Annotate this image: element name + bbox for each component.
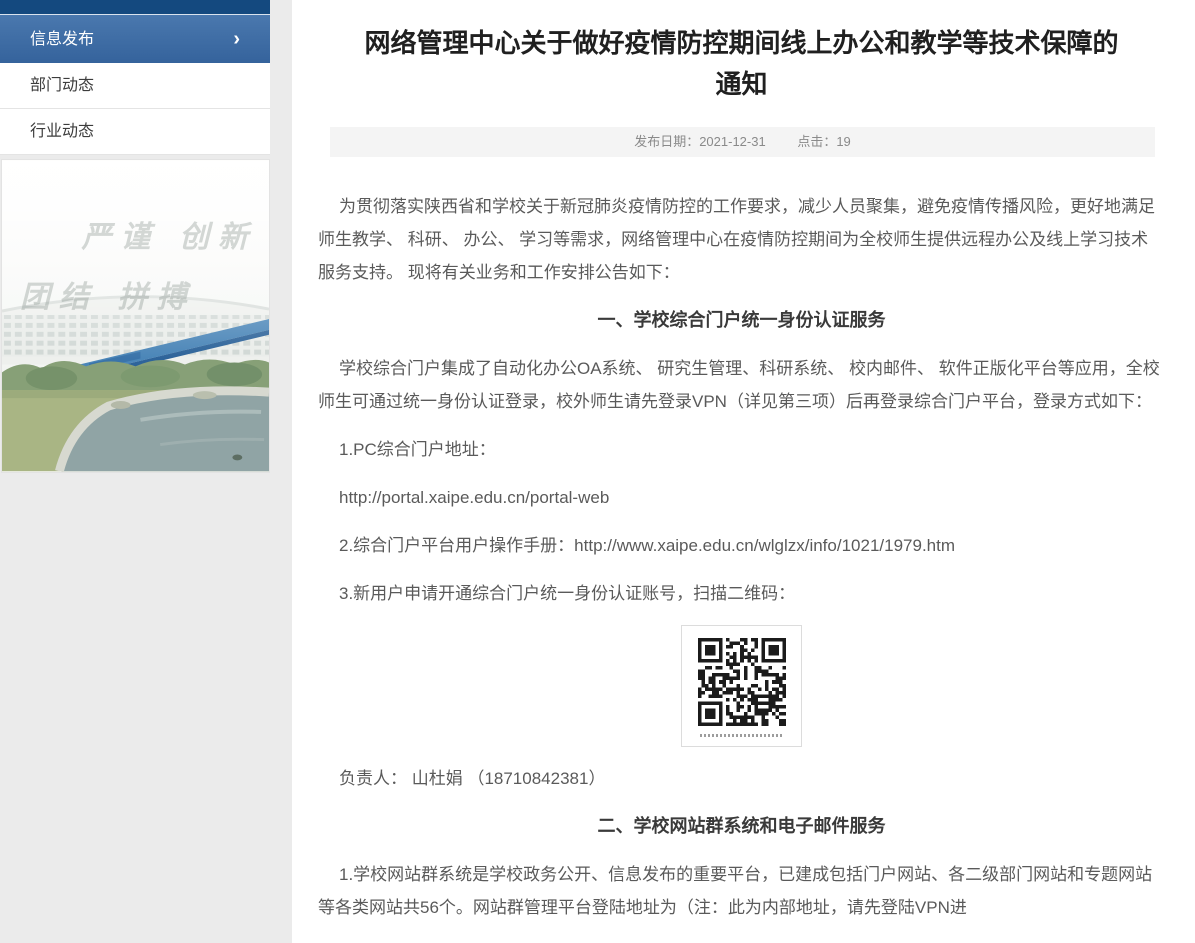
sidebar-item-label: 行业动态 <box>30 109 94 155</box>
sidebar-item-industry-news[interactable]: 行业动态 <box>0 109 270 155</box>
publish-date: 发布日期：2021-12-31 <box>634 134 766 149</box>
campus-photo: 严谨 创新 团结 拼搏 <box>1 159 270 473</box>
section1-intro: 学校综合门户集成了自动化办公OA系统、 研究生管理、科研系统、 校内邮件、 软件… <box>318 352 1165 418</box>
campus-photo-illustration <box>2 160 269 472</box>
page-title: 网络管理中心关于做好疫情防控期间线上办公和教学等技术保障的通知 <box>362 23 1122 105</box>
qr-caption-microtext <box>700 734 784 737</box>
qr-code <box>681 625 802 747</box>
chevron-right-icon: › <box>233 29 240 49</box>
meta-bar: 发布日期：2021-12-31 点击：19 <box>330 127 1155 157</box>
sidebar-item-label: 部门动态 <box>30 63 94 109</box>
sidebar-item-dept-news[interactable]: 部门动态 <box>0 63 270 109</box>
sidebar-item-label: 信息发布 <box>30 15 94 64</box>
contact-line: 负责人： 山杜娟 （18710842381） <box>318 762 1165 795</box>
section2-heading: 二、学校网站群系统和电子邮件服务 <box>318 810 1165 843</box>
hit-count: 点击：19 <box>797 134 850 149</box>
portal-url: http://portal.xaipe.edu.cn/portal-web <box>318 481 1165 514</box>
portal-item-1: 1.PC综合门户地址： <box>318 433 1165 466</box>
sidebar-topbar <box>0 0 270 14</box>
article-body: 为贯彻落实陕西省和学校关于新冠肺炎疫情防控的工作要求，减少人员聚集，避免疫情传播… <box>318 157 1165 924</box>
portal-item-3: 3.新用户申请开通综合门户统一身份认证账号，扫描二维码： <box>318 577 1165 610</box>
section2-paragraph: 1.学校网站群系统是学校政务公开、信息发布的重要平台，已建成包括门户网站、各二级… <box>318 858 1165 924</box>
section1-heading: 一、学校综合门户统一身份认证服务 <box>318 304 1165 337</box>
portal-item-2: 2.综合门户平台用户操作手册：http://www.xaipe.edu.cn/w… <box>318 529 1165 562</box>
sidebar: 信息发布 › 部门动态 行业动态 <box>0 0 270 473</box>
intro-paragraph: 为贯彻落实陕西省和学校关于新冠肺炎疫情防控的工作要求，减少人员聚集，避免疫情传播… <box>318 190 1165 289</box>
sidebar-nav: 信息发布 › 部门动态 行业动态 <box>0 14 270 155</box>
main-content: 网络管理中心关于做好疫情防控期间线上办公和教学等技术保障的通知 发布日期：202… <box>292 0 1195 943</box>
sidebar-item-info-release[interactable]: 信息发布 › <box>0 14 270 63</box>
qr-code-pattern <box>698 638 786 726</box>
